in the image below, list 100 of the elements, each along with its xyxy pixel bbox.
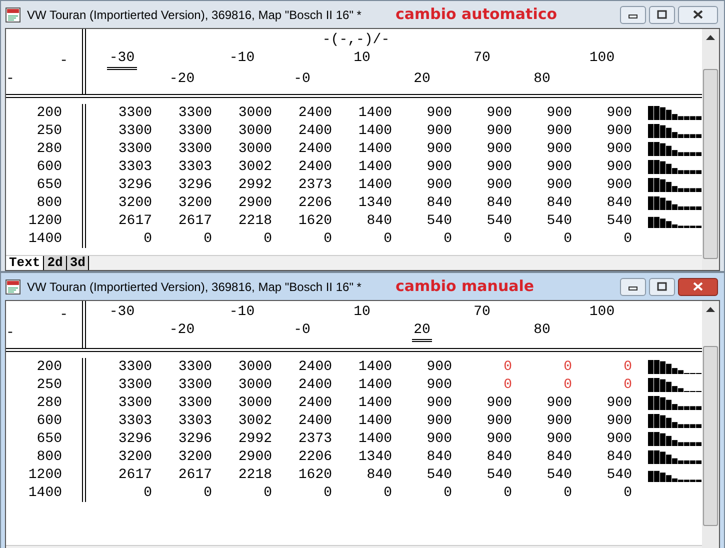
- table-cell: 3300: [178, 140, 212, 158]
- table-cell: 840: [426, 194, 452, 212]
- sparkline: [648, 160, 704, 174]
- table-cell: 1340: [358, 448, 392, 466]
- close-button[interactable]: [678, 6, 718, 24]
- table-cell: 0: [624, 376, 632, 394]
- view-tab[interactable]: Text: [6, 256, 44, 270]
- table-cell: 2400: [298, 394, 332, 412]
- column-header[interactable]: 70: [472, 49, 492, 67]
- close-icon: [693, 10, 703, 19]
- table-cell: 2992: [238, 430, 272, 448]
- minimize-button[interactable]: [620, 6, 646, 24]
- column-header[interactable]: 70: [472, 303, 492, 321]
- row-header: 280: [36, 140, 62, 158]
- table-cell: 1620: [298, 466, 332, 484]
- table-cell: 0: [324, 230, 332, 248]
- table-cell: 2206: [298, 448, 332, 466]
- table-cell: 2400: [298, 122, 332, 140]
- row-header: 280: [36, 394, 62, 412]
- column-header[interactable]: -20: [167, 70, 197, 88]
- maximize-button[interactable]: [649, 278, 675, 296]
- scroll-up-icon[interactable]: [706, 307, 715, 313]
- table-cell: 900: [546, 140, 572, 158]
- table-cell: 900: [606, 140, 632, 158]
- table-cell: 0: [384, 230, 392, 248]
- view-tab[interactable]: 2d: [44, 256, 67, 270]
- table-cell: 900: [426, 358, 452, 376]
- table-cell: 1400: [358, 104, 392, 122]
- table-cell: 2992: [238, 176, 272, 194]
- column-header[interactable]: -10: [227, 49, 257, 67]
- table-cell: 2400: [298, 104, 332, 122]
- column-header[interactable]: 100: [587, 49, 617, 67]
- table-cell: 540: [606, 212, 632, 230]
- table-cell: 3300: [178, 394, 212, 412]
- column-header[interactable]: 20: [412, 70, 432, 88]
- table-cell: 1400: [358, 358, 392, 376]
- row-header: 1200: [28, 466, 62, 484]
- table-cell: 900: [606, 122, 632, 140]
- row-header: 1400: [28, 484, 62, 502]
- scroll-thumb[interactable]: [703, 346, 718, 526]
- column-header[interactable]: 80: [532, 321, 552, 339]
- table-cell: 2617: [118, 466, 152, 484]
- table-cell: 3300: [118, 140, 152, 158]
- table-cell: 3002: [238, 412, 272, 430]
- row-header: 650: [36, 430, 62, 448]
- table-cell: 0: [204, 484, 212, 502]
- column-header[interactable]: -0: [292, 321, 312, 339]
- table-cell: 3000: [238, 104, 272, 122]
- row-axis-label: -: [6, 70, 14, 88]
- table-cell: 1340: [358, 194, 392, 212]
- column-header[interactable]: -30: [107, 49, 137, 70]
- scroll-up-icon[interactable]: [706, 35, 715, 41]
- table-cell: 2900: [238, 448, 272, 466]
- column-header[interactable]: 100: [587, 303, 617, 321]
- annotation-label: cambio manuale: [395, 276, 534, 298]
- close-icon: [693, 282, 703, 291]
- table-cell: 3303: [178, 412, 212, 430]
- table-cell: 900: [486, 104, 512, 122]
- column-header[interactable]: -10: [227, 303, 257, 321]
- table-cell: 900: [546, 158, 572, 176]
- table-cell: 1400: [358, 376, 392, 394]
- column-header[interactable]: 10: [352, 49, 372, 67]
- column-header[interactable]: 10: [352, 303, 372, 321]
- vertical-scrollbar[interactable]: [702, 29, 719, 270]
- view-tab[interactable]: 3d: [66, 256, 90, 270]
- column-header[interactable]: -30: [107, 303, 137, 321]
- table-cell: 0: [624, 358, 632, 376]
- scroll-thumb[interactable]: [703, 69, 718, 259]
- table-cell: 2218: [238, 466, 272, 484]
- table-cell: 3300: [118, 122, 152, 140]
- table-cell: 3000: [238, 376, 272, 394]
- table-cell: 900: [606, 176, 632, 194]
- table-cell: 840: [366, 212, 392, 230]
- table-cell: 3296: [118, 176, 152, 194]
- row-header: 800: [36, 194, 62, 212]
- column-header[interactable]: -20: [167, 321, 197, 339]
- table-cell: 1400: [358, 122, 392, 140]
- table-cell: 1400: [358, 140, 392, 158]
- table-cell: 3200: [178, 194, 212, 212]
- close-button[interactable]: [678, 278, 718, 296]
- table-cell: 900: [486, 140, 512, 158]
- sparkline: [648, 450, 704, 464]
- minimize-button[interactable]: [620, 278, 646, 296]
- table-cell: 900: [426, 430, 452, 448]
- table-cell: 840: [606, 448, 632, 466]
- table-cell: 840: [366, 466, 392, 484]
- column-header[interactable]: 20: [412, 321, 432, 342]
- table-cell: 3300: [118, 358, 152, 376]
- sparkline: [648, 396, 704, 410]
- table-cell: 840: [426, 448, 452, 466]
- maximize-button[interactable]: [649, 6, 675, 24]
- table-cell: 2206: [298, 194, 332, 212]
- row-axis-label: -: [60, 306, 69, 324]
- table-cell: 2617: [178, 212, 212, 230]
- row-axis-label: -: [6, 324, 14, 342]
- column-header[interactable]: 80: [532, 70, 552, 88]
- table-cell: 3002: [238, 158, 272, 176]
- column-header[interactable]: -0: [292, 70, 312, 88]
- vertical-scrollbar[interactable]: [702, 301, 719, 548]
- table-cell: 2400: [298, 358, 332, 376]
